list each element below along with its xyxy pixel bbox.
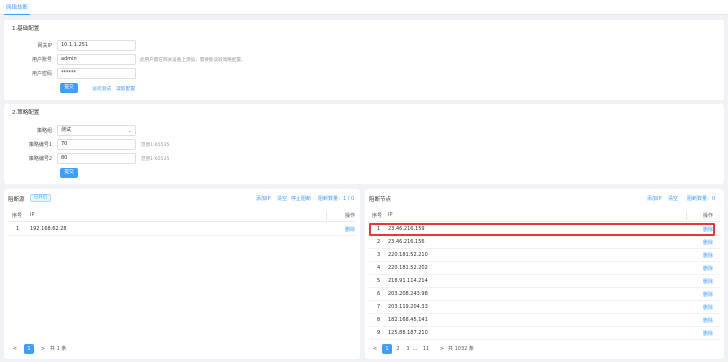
row-ip: 125.88.187.210 xyxy=(388,330,428,336)
gateway-label: 网关IP xyxy=(37,43,53,49)
delete-link[interactable]: 删除 xyxy=(703,252,713,259)
policy-group-select[interactable]: 测试 ⌄ xyxy=(57,125,136,136)
row-index: 1 xyxy=(16,226,20,232)
block-node-panel: 阻断节点 添加IP 清空 阻断数量：0 序号 IP 操作 1 23.46.216.… xyxy=(365,189,724,359)
delete-link[interactable]: 删除 xyxy=(703,278,713,285)
table-row: 2 23.46.216.156 删除 xyxy=(369,236,720,249)
delete-link[interactable]: 删除 xyxy=(703,330,713,337)
policy-num1-label: 策略编号1 xyxy=(28,142,52,148)
policy-group-value: 测试 xyxy=(61,127,72,133)
table-row: 3 220.181.52.210 删除 xyxy=(369,249,720,262)
page-last-button[interactable]: 11 xyxy=(421,344,431,354)
account-label: 用户账号 xyxy=(31,57,52,63)
col-op: 操作 xyxy=(345,213,356,219)
col-op: 操作 xyxy=(703,213,714,219)
pagination: < 1 2 3 ... 11 > 共 1032 条 xyxy=(370,344,510,356)
row-index: 7 xyxy=(377,304,381,310)
table-row: 7 203.119.204.33 删除 xyxy=(369,301,720,314)
password-label: 用户密码 xyxy=(31,71,52,77)
policy-num2-hint: 范围1-65535 xyxy=(141,157,170,162)
row-ip: 220.181.52.210 xyxy=(388,252,428,258)
clear-link[interactable]: 清空 xyxy=(668,195,678,202)
row-index: 2 xyxy=(377,239,381,245)
row-index: 3 xyxy=(377,252,381,258)
prev-page-button[interactable]: < xyxy=(370,344,380,354)
row-ip: 182.168.45.141 xyxy=(388,317,428,323)
row-index: 4 xyxy=(377,265,381,271)
policy-num1-input[interactable]: 70 xyxy=(57,139,136,150)
page-1-button[interactable]: 1 xyxy=(24,344,34,354)
table-row: 6 203.208.243.98 删除 xyxy=(369,288,720,301)
prev-page-button[interactable]: < xyxy=(10,344,20,354)
gateway-ip-input[interactable]: 10.1.1.251 xyxy=(57,40,136,51)
basic-config-title: 1.基础配置 xyxy=(12,26,40,32)
row-index: 9 xyxy=(377,330,381,336)
table-row: 4 220.181.52.202 删除 xyxy=(369,262,720,275)
basic-submit-button[interactable]: 提交 xyxy=(60,83,78,93)
basic-config-card: 1.基础配置 网关IP 10.1.1.251 用户账号 admin 此用户需在网… xyxy=(4,20,724,100)
strategy-submit-button[interactable]: 提交 xyxy=(60,168,78,178)
row-index: 6 xyxy=(377,291,381,297)
delete-link[interactable]: 删除 xyxy=(703,265,713,272)
strategy-config-card: 2.策略配置 策略组 测试 ⌄ 策略编号1 70 范围1-65535 策略编号2… xyxy=(4,104,724,184)
page-1-button[interactable]: 1 xyxy=(382,344,392,354)
block-source-title: 阻断源 xyxy=(8,197,25,203)
col-ip: IP xyxy=(388,212,393,218)
table-row: 5 218.91.114.214 删除 xyxy=(369,275,720,288)
pagination: < 1 > 共 1 条 xyxy=(10,344,130,356)
block-count: 阻断数量：0 xyxy=(687,196,716,202)
policy-group-label: 策略组 xyxy=(36,128,52,134)
row-ip: 23.46.216.156 xyxy=(388,239,425,245)
col-index: 序号 xyxy=(12,213,23,219)
block-count: 阻断数量：1 / 0 xyxy=(318,196,355,202)
col-divider xyxy=(686,211,687,220)
table-row: 1 192.168.62.28 删除 xyxy=(8,223,356,236)
clear-link[interactable]: 清空 xyxy=(277,195,287,202)
delete-link[interactable]: 删除 xyxy=(703,291,713,298)
row-ip: 218.91.114.214 xyxy=(388,278,428,284)
col-ip: IP xyxy=(30,212,35,218)
read-config-link[interactable]: 读取配置 xyxy=(116,85,135,92)
policy-num2-label: 策略编号2 xyxy=(28,156,52,162)
row-index: 5 xyxy=(377,278,381,284)
row-ip: 220.181.52.202 xyxy=(388,265,428,271)
account-input[interactable]: admin xyxy=(57,54,136,65)
total-count: 共 1 条 xyxy=(50,346,67,352)
strategy-config-title: 2.策略配置 xyxy=(12,110,40,116)
selected-row-highlight xyxy=(369,223,715,236)
row-ip: 203.119.204.33 xyxy=(388,304,428,310)
policy-num2-input[interactable]: 80 xyxy=(57,153,136,164)
col-divider xyxy=(326,211,327,220)
row-ip: 192.168.62.28 xyxy=(30,226,67,232)
total-count: 共 1032 条 xyxy=(448,346,474,352)
table-header: 序号 IP 操作 xyxy=(369,209,720,222)
delete-link[interactable]: 删除 xyxy=(703,239,713,246)
delete-link[interactable]: 删除 xyxy=(703,304,713,311)
policy-num1-hint: 范围1-65535 xyxy=(141,143,170,148)
account-hint: 此用户需在网关设备上添加，需要能读取策略配置。 xyxy=(140,58,246,63)
page-2-button[interactable]: 2 xyxy=(393,344,403,354)
add-ip-link[interactable]: 添加IP xyxy=(256,195,271,202)
enabled-tag: 已开启 xyxy=(30,194,52,202)
delete-link[interactable]: 删除 xyxy=(703,317,713,324)
row-ip: 203.208.243.98 xyxy=(388,291,428,297)
col-index: 序号 xyxy=(372,213,383,219)
row-index: 8 xyxy=(377,317,381,323)
stop-block-link[interactable]: 停止阻断 xyxy=(291,195,311,202)
chevron-down-icon: ⌄ xyxy=(127,128,132,134)
page-ellipsis[interactable]: ... xyxy=(410,344,420,354)
password-input[interactable]: ****** xyxy=(57,68,136,79)
table-row: 9 125.88.187.210 删除 xyxy=(369,327,720,340)
table-header: 序号 IP 操作 xyxy=(8,209,356,222)
next-page-button[interactable]: > xyxy=(38,344,48,354)
block-node-title: 阻断节点 xyxy=(369,197,392,203)
tab-network-block[interactable]: 网络劫断 xyxy=(4,3,31,15)
delete-link[interactable]: 删除 xyxy=(345,226,355,233)
block-source-panel: 阻断源 已开启 添加IP 清空 停止阻断 阻断数量：1 / 0 序号 IP 操作… xyxy=(4,189,360,359)
access-test-link[interactable]: 访问测试 xyxy=(92,85,111,92)
add-ip-link[interactable]: 添加IP xyxy=(647,195,662,202)
next-page-button[interactable]: > xyxy=(437,344,447,354)
table-row: 8 182.168.45.141 删除 xyxy=(369,314,720,327)
tab-bar: 网络劫断 xyxy=(0,0,728,15)
